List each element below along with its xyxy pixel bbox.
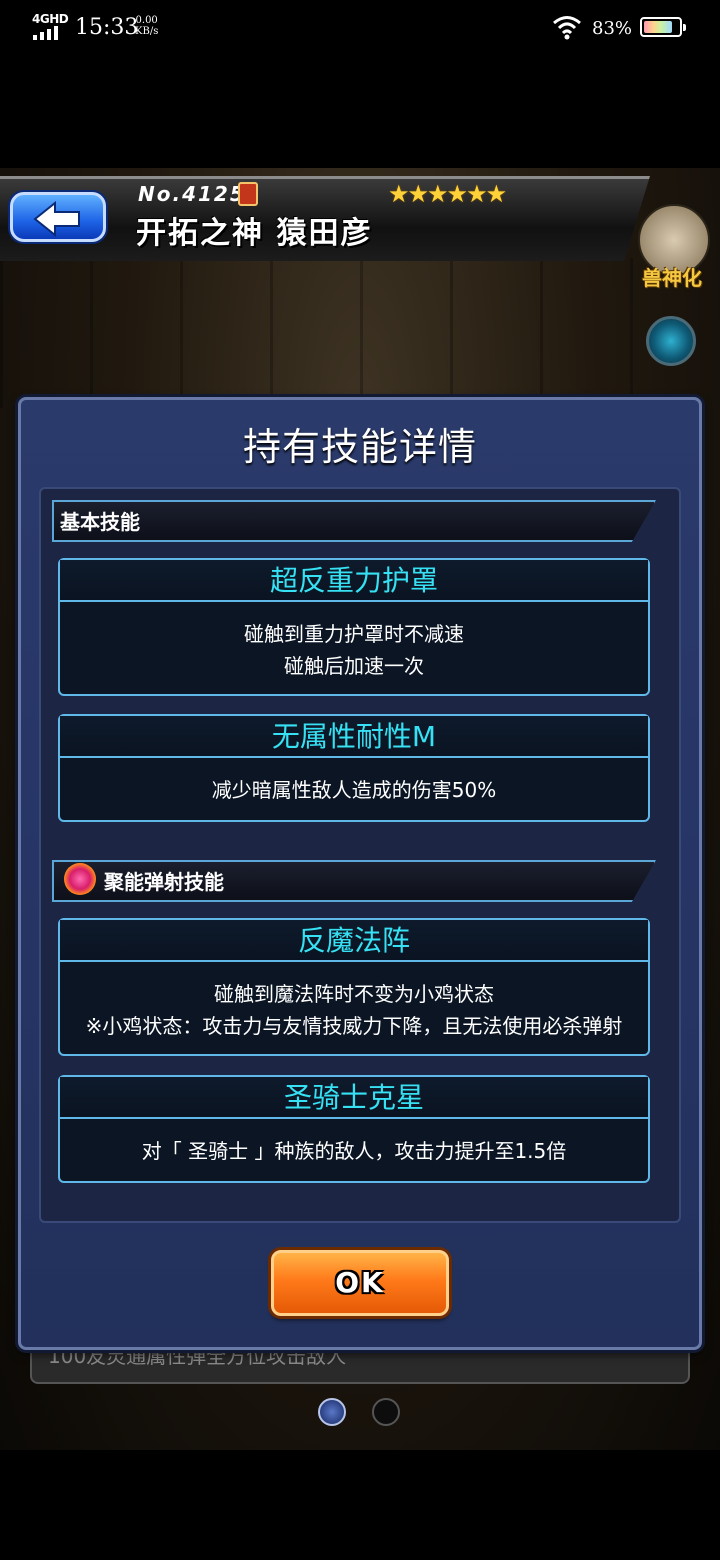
skill-card: 圣骑士克星 对「 圣骑士 」种族的敌人，攻击力提升至1.5倍 (58, 1075, 650, 1183)
skill-card: 无属性耐性M 减少暗属性敌人造成的伤害50% (58, 714, 650, 822)
skill-name: 超反重力护罩 (60, 560, 648, 602)
skill-desc-line: 碰触到重力护罩时不减速 (244, 622, 464, 646)
page-dot-2[interactable] (372, 1398, 400, 1426)
ok-label: OK (335, 1266, 385, 1299)
evolve-label: 兽神化 (642, 266, 702, 290)
network-type: 4GHD (32, 12, 69, 26)
orb-button[interactable] (646, 316, 696, 366)
skill-desc-line: ※小鸡状态：攻击力与友情技威力下降，且无法使用必杀弹射 (85, 1014, 623, 1038)
rarity-stars: ★★★★★★ (388, 180, 507, 208)
skill-desc-line: 碰触到魔法阵时不变为小鸡状态 (214, 982, 494, 1006)
skill-desc-line: 对「 圣骑士 」种族的敌人，攻击力提升至1.5倍 (141, 1139, 567, 1163)
skill-name: 圣骑士克星 (60, 1077, 648, 1119)
network-speed: 0.00 KB/s (135, 15, 158, 37)
status-bar: 4GHD 15:33 0.00 KB/s 83% (0, 0, 720, 58)
page-dot-1[interactable] (318, 1398, 346, 1426)
card-icon (238, 182, 258, 206)
skill-desc-line: 碰触后加速一次 (284, 654, 424, 678)
signal-icon (33, 26, 65, 40)
skill-card: 超反重力护罩 碰触到重力护罩时不减速 碰触后加速一次 (58, 558, 650, 696)
skill-card: 反魔法阵 碰触到魔法阵时不变为小鸡状态 ※小鸡状态：攻击力与友情技威力下降，且无… (58, 918, 650, 1056)
battery-icon (640, 17, 686, 37)
evolve-button[interactable]: 兽神化 (632, 204, 712, 294)
battery-percent: 83% (592, 18, 633, 39)
back-button[interactable] (10, 192, 106, 242)
skill-description: 碰触到重力护罩时不减速 碰触后加速一次 (60, 618, 648, 682)
basic-skills-title: 基本技能 (60, 510, 140, 534)
dialog-title: 持有技能详情 (242, 425, 477, 469)
connect-skill-icon (64, 863, 96, 895)
skill-description: 减少暗属性敌人造成的伤害50% (60, 774, 648, 806)
skill-name: 无属性耐性M (60, 716, 648, 758)
background-ability-text: 100友灵通属性弹全方位攻击敌人 (30, 1348, 690, 1384)
clock: 15:33 (75, 15, 139, 40)
skill-description: 对「 圣骑士 」种族的敌人，攻击力提升至1.5倍 (60, 1135, 648, 1167)
speed-unit: KB/s (135, 26, 159, 37)
unit-number: No.4125 (138, 182, 246, 206)
skill-name: 反魔法阵 (60, 920, 648, 962)
speed-value: 0.00 (135, 15, 158, 26)
arrow-left-icon (33, 201, 80, 237)
battery-fill (644, 21, 672, 33)
skill-description: 碰触到魔法阵时不变为小鸡状态 ※小鸡状态：攻击力与友情技威力下降，且无法使用必杀… (60, 978, 648, 1042)
basic-skills-header (52, 500, 656, 542)
unit-name: 开拓之神 猿田彦 (136, 216, 373, 251)
wifi-icon (553, 16, 581, 40)
skill-desc-line: 减少暗属性敌人造成的伤害50% (211, 778, 497, 802)
ok-button[interactable]: OK (271, 1250, 449, 1316)
bottom-area (0, 1450, 720, 1560)
connect-skills-title: 聚能弹射技能 (104, 870, 224, 894)
